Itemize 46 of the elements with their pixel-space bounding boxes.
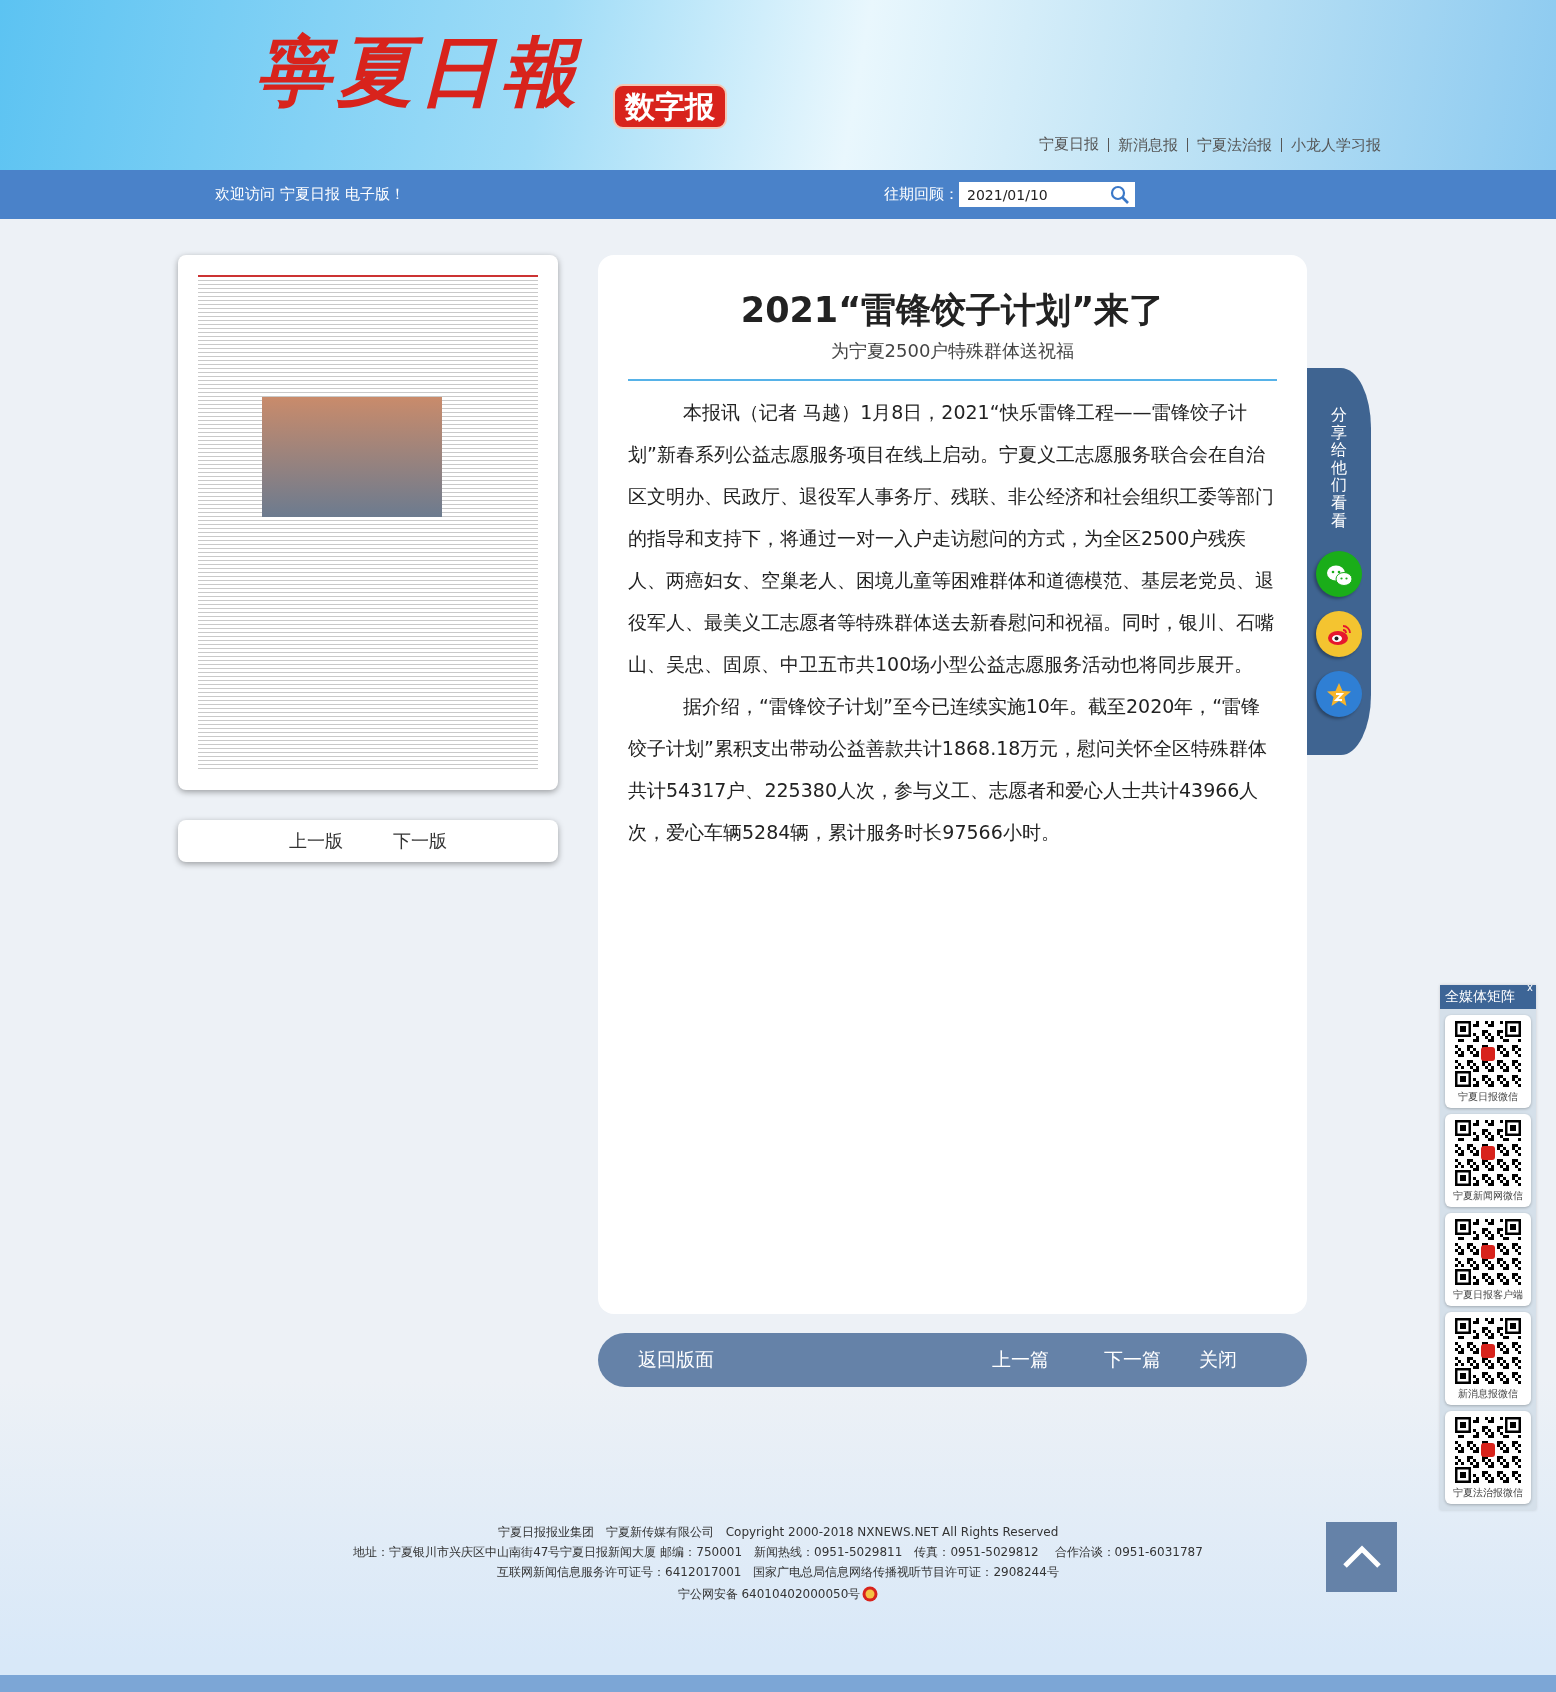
back-to-page-link[interactable]: 返回版面	[638, 1347, 714, 1373]
police-badge-icon	[862, 1586, 879, 1602]
newspaper-link[interactable]: 宁夏法治报	[1187, 137, 1281, 152]
newspaper-logo: 寧夏日報	[255, 30, 583, 114]
qr-code-icon	[1455, 1021, 1521, 1087]
newspaper-link[interactable]: 宁夏日报	[1030, 135, 1108, 154]
welcome-text: 欢迎访问 宁夏日报 电子版！	[215, 185, 405, 204]
digital-edition-badge: 数字报	[613, 84, 727, 129]
newspaper-page-drawing[interactable]	[178, 255, 558, 790]
star-icon	[1326, 681, 1352, 707]
weibo-share-button[interactable]	[1316, 611, 1362, 658]
article-title: 2021“雷锋饺子计划”来了	[739, 289, 1166, 331]
qr-code-icon	[1455, 1318, 1521, 1384]
previous-article-link[interactable]: 上一篇	[992, 1347, 1049, 1373]
newspaper-link[interactable]: 新消息报	[1108, 137, 1187, 152]
chevron-up-icon	[1341, 1544, 1382, 1570]
media-matrix-title: 全媒体矩阵	[1445, 988, 1515, 1006]
wechat-share-button[interactable]	[1316, 551, 1362, 598]
newspaper-link[interactable]: 小龙人学习报	[1281, 137, 1390, 152]
qr-code-label: 宁夏日报微信	[1458, 1090, 1518, 1104]
next-page-link[interactable]: 下一版	[393, 829, 447, 853]
archive-label: 往期回顾：	[884, 185, 959, 204]
next-article-link[interactable]: 下一篇	[1104, 1347, 1161, 1373]
qr-code-icon	[1455, 1219, 1521, 1285]
qr-code-icon	[1455, 1120, 1521, 1186]
back-to-top-button[interactable]	[1326, 1522, 1397, 1592]
qr-code-label: 宁夏日报客户端	[1453, 1288, 1523, 1302]
close-link[interactable]: 关闭	[1199, 1347, 1237, 1373]
police-record-text: 宁公网安备 64010402000050号	[677, 1586, 861, 1603]
search-icon	[1110, 185, 1129, 204]
eye-logo-icon	[1326, 622, 1352, 646]
footer-text: 宁夏日报报业集团 宁夏新传媒有限公司 Copyright 2000-2018 NXNEWS.NET All Rights Reserved	[497, 1524, 1059, 1541]
close-button[interactable]: x	[1527, 982, 1533, 993]
qr-code-label: 宁夏法治报微信	[1453, 1486, 1523, 1500]
footer-text: 地址：宁夏银川市兴庆区中山南街47号宁夏日报新闻大厦 邮编：750001 新闻热线：0951-5029811 传真：0951-5029812 合作洽谈：0951-6031787	[353, 1544, 1203, 1561]
article-subtitle: 为宁夏2500户特殊群体送祝福	[829, 339, 1076, 363]
date-field[interactable]: 2021/01/10	[959, 182, 1135, 207]
qr-code-label: 宁夏新闻网微信	[1453, 1189, 1523, 1203]
star-share-button[interactable]	[1316, 671, 1362, 718]
article-paragraph: 据介绍，“雷锋饺子计划”至今已连续实施10年。截至2020年，“雷锋饺子计划”累积支出带动公益善款共计1868.18万元，慰问关怀全区特殊群体共计54317户、225380人次，参与义工、志愿者和爱心人士共计43966人次，爱心车辆5284辆，累计服务时长97566小时。	[628, 694, 1269, 845]
previous-page-link[interactable]: 上一版	[289, 829, 343, 853]
share-label: 分享给他们看看	[1331, 406, 1347, 530]
article-paragraph: 本报讯（记者 马越）1月8日，2021“快乐雷锋工程——雷锋饺子计划”新春系列公益志愿服务项目在线上启动。宁夏义工志愿服务联合会在自治区文明办、民政厅、退役军人事务厅、残联、非公经济和社会组织工委等部门的指导和支持下，将通过一对一入户走访慰问的方式，为全区2500户残疾人、两癌妇女、空巢老人、困境儿童等困难群体和道德模范、基层老党员、退役军人、最美义工志愿者等特殊群体送去新春慰问和祝福。同时，银川、石嘴山、吴忠、固原、中卫五市共100场小型公益志愿服务活动也将同步展开。	[628, 400, 1275, 677]
qr-code-icon	[1455, 1417, 1521, 1483]
qr-code-label: 新消息报微信	[1458, 1387, 1518, 1401]
footer-text: 互联网新闻信息服务许可证号：6412017001 国家广电总局信息网络传播视听节目许可证：2908244号	[497, 1564, 1059, 1581]
